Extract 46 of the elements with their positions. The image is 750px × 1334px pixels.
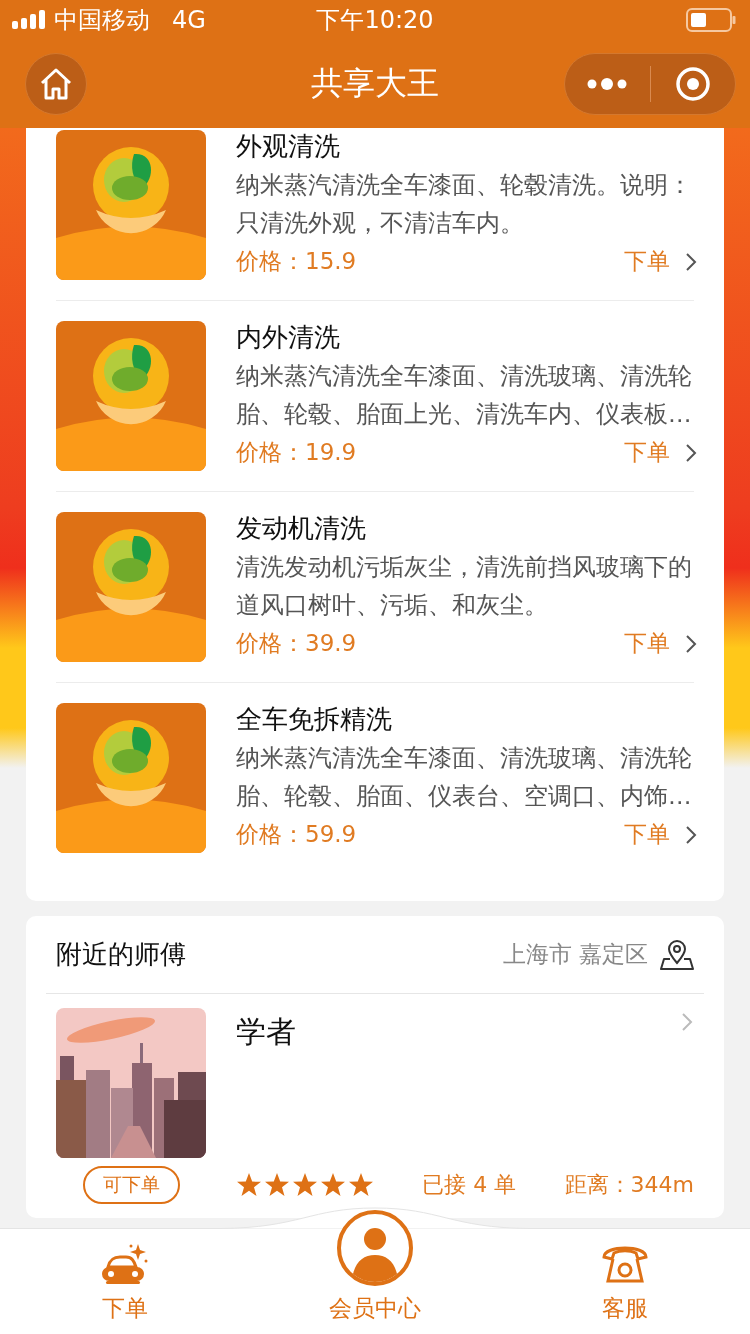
network-type: 4G <box>172 6 206 34</box>
tab-item[interactable]: 客服 <box>600 1241 650 1334</box>
price-text: 价格：59.9 <box>236 820 357 849</box>
more-icon <box>587 77 628 91</box>
distance-text: 距离：344m <box>564 1171 694 1199</box>
chevron-right-icon <box>684 251 698 272</box>
order-count: 已接 4 单 <box>422 1171 517 1199</box>
star-icon <box>236 1172 262 1198</box>
carrier-name: 中国移动 <box>54 5 150 36</box>
service-title: 内外清洗 <box>236 321 341 354</box>
service-title: 全车免拆精洗 <box>236 703 393 736</box>
star-icon <box>264 1172 290 1198</box>
order-link[interactable]: 下单 <box>624 437 670 468</box>
order-link[interactable]: 下单 <box>624 628 670 659</box>
service-description: 纳米蒸汽清洗全车漆面、清洗玻璃、清洗轮胎、轮毂、胎面、仪表台、空调口、内饰… <box>236 743 693 812</box>
chevron-right-icon <box>680 1012 694 1032</box>
page-title: 共享大王 <box>310 63 440 104</box>
car-icon <box>100 1243 150 1287</box>
chevron-right-icon <box>684 824 698 845</box>
location-pin-icon[interactable] <box>660 938 694 971</box>
close-icon <box>674 66 711 102</box>
location-text: 上海市 嘉定区 <box>502 940 648 969</box>
battery-icon <box>686 8 736 32</box>
service-description: 纳米蒸汽清洗全车漆面、清洗玻璃、清洗轮胎、轮毂、胎面上光、清洗车内、仪表板… <box>236 361 693 430</box>
tab-item[interactable]: 会员中心 <box>329 1209 421 1334</box>
star-icon <box>292 1172 318 1198</box>
signal-icon <box>12 10 46 30</box>
chevron-right-icon <box>684 442 698 463</box>
star-icon <box>348 1172 374 1198</box>
price-text: 价格：19.9 <box>236 438 357 467</box>
service-title: 外观清洗 <box>236 130 341 163</box>
section-title: 附近的师傅 <box>56 938 186 971</box>
order-link[interactable]: 下单 <box>624 246 670 277</box>
service-description: 清洗发动机污垢灰尘，清洗前挡风玻璃下的道风口树叶、污垢、和灰尘。 <box>236 552 693 621</box>
home-icon <box>39 68 73 100</box>
order-link[interactable]: 下单 <box>624 819 670 850</box>
service-title: 发动机清洗 <box>236 512 367 545</box>
status-time: 下午10:20 <box>315 5 435 36</box>
tab-item[interactable]: 下单 <box>100 1243 150 1334</box>
service-description: 纳米蒸汽清洗全车漆面、轮毂清洗。说明：只清洗外观，不清洁车内。 <box>236 170 693 239</box>
chevron-right-icon <box>684 633 698 654</box>
price-text: 价格：39.9 <box>236 629 357 658</box>
status-badge: 可下单 <box>82 1166 180 1204</box>
star-icon <box>320 1172 346 1198</box>
price-text: 价格：15.9 <box>236 247 357 276</box>
master-name: 学者 <box>236 1013 296 1051</box>
